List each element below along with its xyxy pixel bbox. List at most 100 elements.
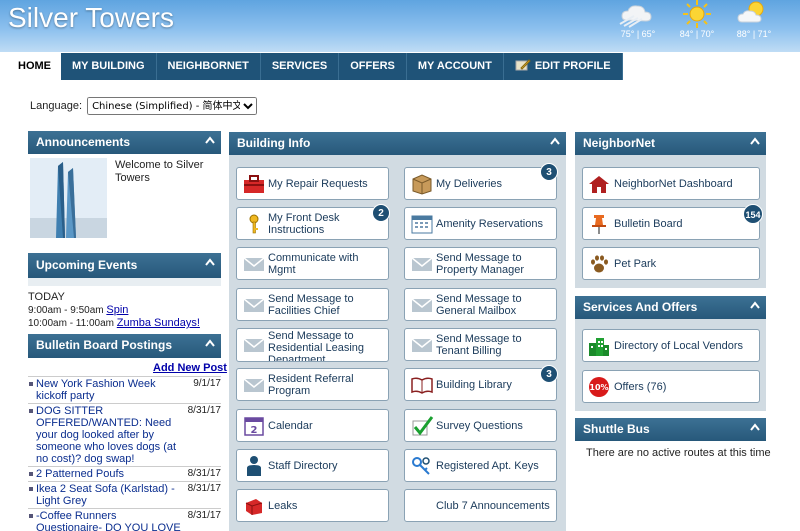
event-link[interactable]: Zumba Sundays! [117,317,200,329]
partly-sunny-icon [737,1,764,23]
tile-pet-park[interactable]: Pet Park [582,247,760,280]
post-title[interactable]: -Coffee Runners Questionaire- DO YOU LOV… [36,510,184,531]
building-info-header[interactable]: Building Info [229,132,566,155]
shuttle-header[interactable]: Shuttle Bus [575,418,766,441]
keys-icon [412,457,430,475]
nav-edit-profile-label: EDIT PROFILE [534,60,611,72]
events-spacer [28,278,221,286]
tile-resident-referral[interactable]: Resident Referral Program [236,368,389,401]
person-icon [247,456,261,476]
tile-label: Send Message to Property Manager [436,251,525,276]
tile-label: Calendar [268,419,313,432]
tile-label: Send Message to Facilities Chief [268,292,354,317]
toolbox-icon [244,175,264,193]
front-desk-count-badge: 2 [372,204,390,222]
envelope-icon [243,378,265,392]
nav-offers[interactable]: OFFERS [339,53,407,80]
bullet-icon [29,382,33,386]
list-item[interactable]: DOG SITTER OFFERED/WANTED: Need your dog… [28,404,221,467]
shuttle-title: Shuttle Bus [583,422,650,436]
tile-label: Offers (76) [614,380,667,393]
nav-my-building[interactable]: MY BUILDING [61,53,157,80]
weather-day-2: 84° | 70° [667,0,727,52]
post-date: 8/31/17 [187,405,221,416]
language-select[interactable]: Chinese (Simplified) - 简体中文 [87,97,258,115]
cloud-wind-icon [619,5,652,28]
tile-label: Staff Directory [268,459,338,472]
list-item[interactable]: -Coffee Runners Questionaire- DO YOU LOV… [28,509,221,531]
nav-home[interactable]: HOME [8,53,61,80]
tile-offers[interactable]: 10% Offers (76) [582,370,760,403]
tile-label: Directory of Local Vendors [614,339,744,352]
nav-edit-profile[interactable]: EDIT PROFILE [503,53,623,80]
tile-message-tenant-billing[interactable]: Send Message to Tenant Billing [404,328,557,361]
tile-label: NeighborNet Dashboard [614,177,733,190]
building-photo-image [30,158,107,238]
tile-communicate-mgmt[interactable]: Communicate with Mgmt [236,247,389,280]
events-header[interactable]: Upcoming Events [28,253,221,278]
tile-bulletin-board[interactable]: Bulletin Board [582,207,760,240]
event-row: 9:00am - 9:50am Spin [28,304,200,317]
tile-registered-keys[interactable]: Registered Apt. Keys [404,449,557,482]
tile-leaks[interactable]: Leaks [236,489,389,522]
services-header[interactable]: Services And Offers [575,296,766,319]
list-item[interactable]: 2 Patterned Poufs 8/31/17 [28,467,221,482]
collapse-icon[interactable] [750,301,760,309]
collapse-icon[interactable] [550,137,560,145]
bulletin-title: Bulletin Board Postings [36,338,173,352]
tile-survey-questions[interactable]: Survey Questions [404,409,557,442]
bulletin-header[interactable]: Bulletin Board Postings [28,334,221,358]
events-list: TODAY 9:00am - 9:50am Spin 10:00am - 11:… [28,291,200,330]
tile-club-7-announcements[interactable]: Club 7 Announcements [404,489,557,522]
announcements-header[interactable]: Announcements [28,131,221,154]
main-nav: HOME MY BUILDING NEIGHBORNET SERVICES OF… [8,53,623,80]
nav-services[interactable]: SERVICES [260,53,340,80]
collapse-icon[interactable] [205,339,215,347]
post-title[interactable]: DOG SITTER OFFERED/WANTED: Need your dog… [36,405,184,465]
tile-label: Communicate with Mgmt [268,251,359,276]
list-item[interactable]: New York Fashion Week kickoff party 9/1/1… [28,377,221,404]
calendar-icon: 2 [244,417,264,436]
post-date: 8/31/17 [187,468,221,479]
tile-front-desk-instructions[interactable]: My Front Desk Instructions [236,207,389,240]
bullet-icon [29,514,33,518]
tile-neighbornet-dashboard[interactable]: NeighborNet Dashboard [582,167,760,200]
post-title[interactable]: New York Fashion Week kickoff party [36,378,184,402]
post-title[interactable]: 2 Patterned Poufs [36,468,184,480]
tile-label: Send Message to General Mailbox [436,292,522,317]
collapse-icon[interactable] [750,137,760,145]
collapse-icon[interactable] [205,136,215,144]
nav-my-account[interactable]: MY ACCOUNT [406,53,504,80]
event-link[interactable]: Spin [106,304,128,316]
buildings-icon [589,338,609,356]
tile-my-deliveries[interactable]: My Deliveries [404,167,557,200]
tile-label: Send Message to Residential Leasing Depa… [268,330,365,361]
tile-staff-directory[interactable]: Staff Directory [236,449,389,482]
collapse-icon[interactable] [750,423,760,431]
event-time: 10:00am - 11:00am [28,318,114,329]
site-title[interactable]: Silver Towers [8,2,174,34]
tile-local-vendors[interactable]: Directory of Local Vendors [582,329,760,362]
envelope-icon [243,298,265,312]
announcement-text: Welcome to Silver Towers [115,159,204,184]
tile-amenity-reservations[interactable]: Amenity Reservations [404,207,557,240]
collapse-icon[interactable] [205,258,215,266]
svg-text:2: 2 [251,425,258,436]
post-title[interactable]: Ikea 2 Seat Sofa (Karlstad) - Light Grey [36,483,184,507]
tile-my-repair-requests[interactable]: My Repair Requests [236,167,389,200]
key-icon [249,214,259,234]
nav-neighbornet[interactable]: NEIGHBORNET [156,53,261,80]
tile-label: Bulletin Board [614,217,683,230]
announcements-title: Announcements [36,135,131,149]
neighbornet-header[interactable]: NeighborNet [575,132,766,155]
weather-day-1: 75° | 65° [608,0,668,52]
add-new-post-link[interactable]: Add New Post [153,362,227,374]
tile-message-facilities-chief[interactable]: Send Message to Facilities Chief [236,288,389,321]
tile-message-residential-leasing[interactable]: Send Message to Residential Leasing Depa… [236,328,389,362]
tile-message-property-manager[interactable]: Send Message to Property Manager [404,247,557,280]
list-item[interactable]: Ikea 2 Seat Sofa (Karlstad) - Light Grey… [28,482,221,509]
tile-calendar[interactable]: 2 Calendar [236,409,389,442]
tile-building-library[interactable]: Building Library [404,368,557,401]
tile-message-general-mailbox[interactable]: Send Message to General Mailbox [404,288,557,321]
deliveries-count-badge: 3 [540,163,558,181]
